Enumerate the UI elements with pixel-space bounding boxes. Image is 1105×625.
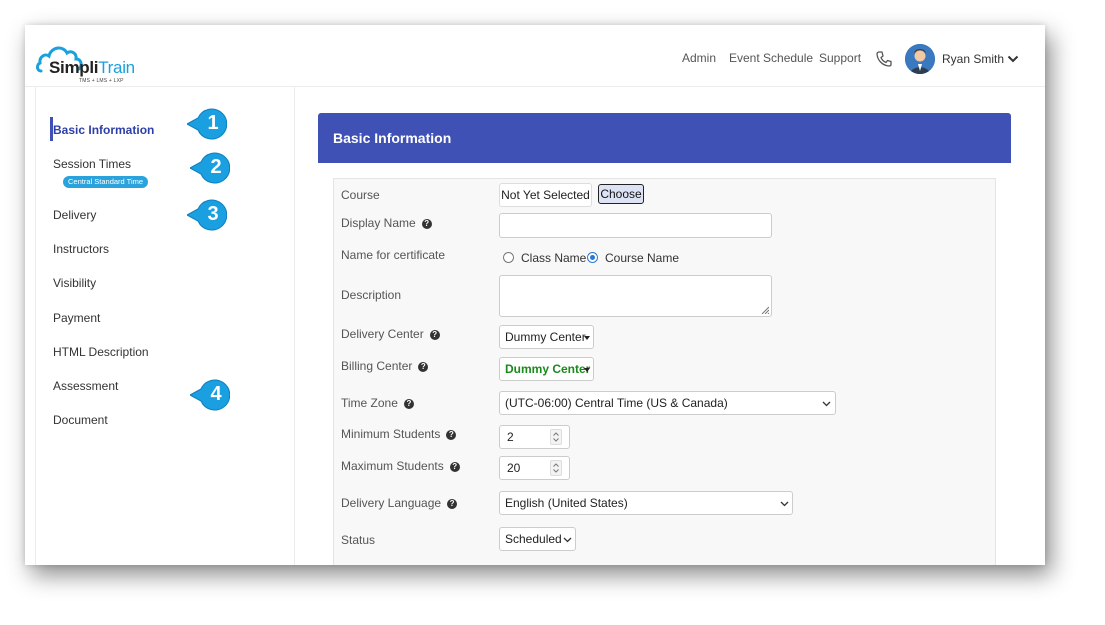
nav-event-schedule[interactable]: Event Schedule — [729, 51, 813, 65]
status-select[interactable]: Scheduled — [499, 527, 576, 551]
max-students-label: Maximum Students? — [341, 459, 460, 473]
time-zone-select[interactable]: (UTC-06:00) Central Time (US & Canada) — [499, 391, 836, 415]
description-label: Description — [341, 288, 402, 302]
chevron-down-icon — [780, 501, 789, 507]
nav-support[interactable]: Support — [819, 51, 861, 65]
billing-center-label: Billing Center? — [341, 359, 429, 373]
delivery-center-label: Delivery Center? — [341, 327, 440, 341]
number-stepper-icon[interactable] — [550, 429, 562, 445]
callout-4: 4 — [190, 377, 230, 413]
help-icon[interactable]: ? — [429, 330, 440, 340]
nav-admin[interactable]: Admin — [682, 51, 716, 65]
sidebar-item-html-description[interactable]: HTML Description — [53, 345, 149, 359]
chevron-down-icon — [822, 401, 831, 407]
app-window: SimpliTrain TMS + LMS + LXP Admin Event … — [25, 25, 1045, 565]
help-icon[interactable]: ? — [403, 399, 414, 409]
help-icon[interactable]: ? — [421, 219, 432, 229]
display-name-label: Display Name? — [341, 216, 432, 230]
delivery-language-label: Delivery Language? — [341, 496, 458, 510]
callout-3: 3 — [187, 197, 227, 233]
max-students-input[interactable]: 20 — [499, 456, 570, 480]
caret-down-icon — [584, 336, 590, 340]
class-name-radio-label[interactable]: Class Name — [521, 251, 586, 265]
sidebar-item-document[interactable]: Document — [53, 413, 108, 427]
billing-center-dropdown[interactable]: Dummy Center — [499, 357, 594, 381]
course-name-radio-label[interactable]: Course Name — [605, 251, 679, 265]
min-students-label: Minimum Students? — [341, 427, 457, 441]
number-stepper-icon[interactable] — [550, 460, 562, 476]
help-icon[interactable]: ? — [446, 430, 457, 440]
sidebar-item-payment[interactable]: Payment — [53, 311, 100, 325]
sidebar-item-visibility[interactable]: Visibility — [53, 276, 96, 290]
callout-2: 2 — [190, 150, 230, 186]
sidebar-item-delivery[interactable]: Delivery — [53, 208, 96, 222]
help-icon[interactable]: ? — [447, 499, 458, 509]
delivery-center-dropdown[interactable]: Dummy Center — [499, 325, 594, 349]
display-name-input[interactable] — [499, 213, 772, 238]
chevron-down-icon[interactable] — [1007, 53, 1019, 63]
course-value: Not Yet Selected — [499, 183, 592, 207]
min-students-input[interactable]: 2 — [499, 425, 570, 449]
sidebar-item-basic-information[interactable]: Basic Information — [53, 123, 154, 137]
time-zone-label: Time Zone? — [341, 396, 414, 410]
choose-course-button[interactable]: Choose — [598, 184, 644, 204]
status-label: Status — [341, 533, 376, 547]
class-name-radio[interactable] — [503, 252, 514, 263]
help-icon[interactable]: ? — [418, 362, 429, 372]
chevron-down-icon — [563, 537, 572, 543]
user-name[interactable]: Ryan Smith — [942, 52, 1004, 66]
help-icon[interactable]: ? — [449, 462, 460, 472]
phone-icon[interactable] — [875, 50, 893, 68]
simplitrain-logo[interactable]: SimpliTrain TMS + LMS + LXP — [35, 35, 135, 87]
top-header: SimpliTrain TMS + LMS + LXP Admin Event … — [25, 25, 1045, 87]
logo-text: SimpliTrain — [49, 58, 135, 77]
resize-handle-icon[interactable] — [761, 306, 769, 314]
timezone-badge: Central Standard Time — [63, 176, 149, 188]
sidebar-item-session-times[interactable]: Session Times — [53, 157, 131, 171]
sidebar-item-assessment[interactable]: Assessment — [53, 379, 118, 393]
panel-header: Basic Information — [318, 113, 1011, 163]
user-avatar[interactable] — [905, 44, 935, 74]
sidebar-item-instructors[interactable]: Instructors — [53, 242, 109, 256]
delivery-language-select[interactable]: English (United States) — [499, 491, 793, 515]
cert-name-label: Name for certificate — [341, 248, 446, 262]
course-name-radio[interactable] — [587, 252, 598, 263]
description-textarea[interactable] — [499, 275, 772, 317]
callout-1: 1 — [187, 106, 227, 142]
panel-title: Basic Information — [333, 130, 452, 146]
logo-tagline: TMS + LMS + LXP — [79, 78, 124, 84]
caret-down-icon — [584, 368, 590, 372]
course-label: Course — [341, 188, 380, 202]
